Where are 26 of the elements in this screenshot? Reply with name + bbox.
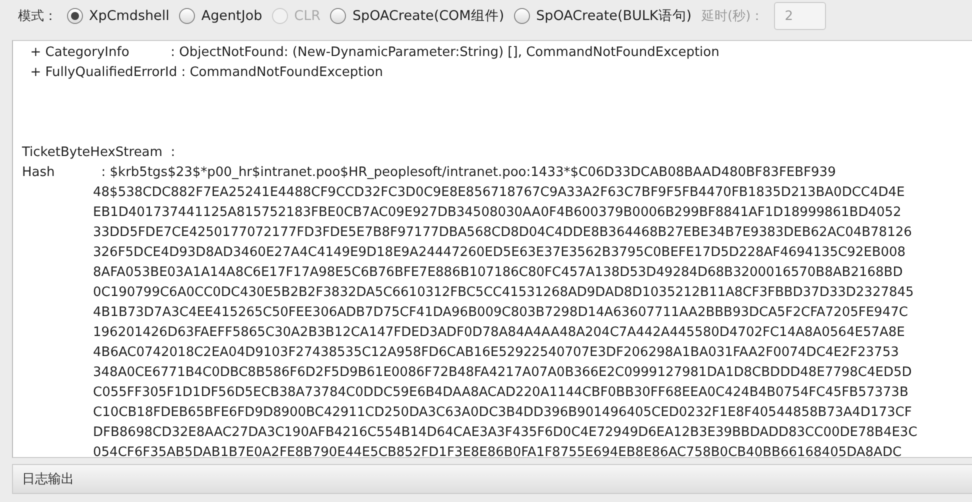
mode-radio[interactable]: SpOACreate(BULK语句)	[514, 7, 692, 25]
hash-line: 054CF6F35AB5DAB1B7E0A2FE8B790E44E5CB852FD1F3E8E86B0FA1F8755E694EB8E86AC758B0CB40BB66168405DA8ADC	[93, 444, 903, 457]
hash-line: 0C190799C6A0CC0DC430E5B2B2F3832DA5C6610312FBC5CC41531268AD9DAD8D1035212B11A8CF3FBBD37D33D2327845	[93, 284, 915, 302]
mode-radio[interactable]: XpCmdshell	[67, 8, 170, 24]
hash-line: 326F5DCE4D93D8AD3460E27A4C4149E9D18E9A24447260ED5E63E37E3562B3795C0BEFE17D5D228AF4694135C92EB008	[93, 244, 907, 262]
mode-radio[interactable]: AgentJob	[179, 8, 262, 24]
hash-label: Hash	[22, 164, 56, 182]
hash-line: C055FF305F1D1DF56D5ECB38A73784C0DDC59E6B4DAA8ACAD220A1144CBF0BB30FF68EEA0C424B4B0754FC45FB57373B	[93, 384, 910, 402]
output-line: TicketByteHexStream :	[22, 144, 176, 162]
hash-line: 48$538CDC882F7EA25241E4488CF9CCD32FC3D0C9E8E856718767C9A33A2F63C7BF9F5FB4470FB1835D213BA0DCC4D4E	[93, 184, 906, 202]
hash-line: C10CB18FDEB65BFE6FD9D8900BC42911CD250DA3C63A0DC3B4DD396B901496405CED0232F1E8F40544858B73A4D173CF	[93, 404, 913, 422]
output-line: + FullyQualifiedErrorId : CommandNotFoundException	[29, 64, 384, 82]
hash-line: EB1D401737441125A815752183FBE0CB7AC09E927DB34508030AA0F4B600379B0006B299BF8841AF1D18999861BD4052	[93, 204, 902, 222]
log-panel-header: 日志输出	[12, 464, 972, 494]
hash-line: 4B1B73D7A3C4EE415265C50FEE306ADB7D75CF41DA96B009C803B7298D14A63607711AA2BBB93DCA5F2CFA7205FE947C	[93, 304, 909, 322]
hash-line: 348A0CE6771B4C0DBC8B586F6D2F5D9B61E0086F72B48FA4217A07A0B366E2C0999127981DA1D8CBDDD48E7798C4ED5D	[93, 364, 913, 382]
hash-line: 33DD5FDE7CE4250177072177FD3FDE5E7B8F97177DBA568CD8D04C4DDE8B364468B27EBE34B7E9383DEB62AC04B78126	[93, 224, 913, 242]
hash-line: DFB8698CD32E8AAC27DA3C190AFB4216C554B14D64CAE3A3F435F6D0C4E72949D6EA12B3E39BBDADD83CC00DE78B4E3C	[93, 424, 918, 442]
hash-line: 4B6AC0742018C2EA04D9103F27438535C12A958FD6CAB16E52922540707E3DF206298A1BA031FAA2F0074DC4E2F23753	[93, 344, 900, 362]
mode-radio[interactable]: SpOACreate(COM组件)	[330, 7, 504, 25]
hash-line: : $krb5tgs$23$*p00_hr$intranet.poo$HR_peoplesoft/intranet.poo:1433*$C06D33DCAB08BAAD480BF83FEBF939	[100, 164, 837, 182]
delay-label: 延时(秒)：	[702, 8, 764, 25]
output-line: + CategoryInfo : ObjectNotFound: (New-DynamicParameter:String) [], CommandNotFoundException	[29, 44, 720, 62]
hash-line: 196201426D63FAEFF5865C30A2B3B12CA147FDED3ADF0D78A84A4AA48A204C7A442A445580D4702FC14A8A0564E57A8E	[93, 324, 906, 342]
hash-line: 8AFA053BE03A1A14A8C6E17F17A98E5C6B76BFE7E886B107186C80FC457A138D53D49284D68B3200016570B8AB2168BD	[93, 264, 904, 282]
mode-label: 模式：	[18, 8, 57, 25]
